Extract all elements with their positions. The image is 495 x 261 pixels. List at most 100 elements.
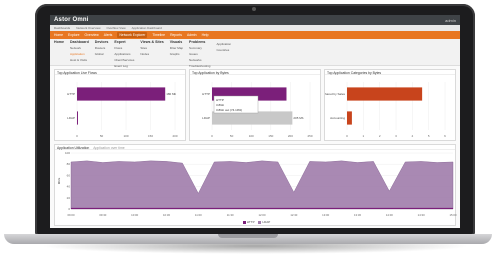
menu-column: Expert Flows Applications Client/Services Ev… [114, 40, 134, 68]
menu-item[interactable]: Countries [216, 48, 231, 52]
menu-column: Visuals Filter Map Graphs [170, 40, 183, 64]
y-tick-label: 60 [67, 173, 71, 177]
x-tick-label: 100 [123, 134, 128, 138]
x-tick-label: 15:00 [450, 213, 457, 217]
menu-item[interactable]: Nodes [140, 52, 163, 56]
x-tick-label: 0 [346, 134, 348, 138]
x-tick-label: 6 [444, 134, 446, 138]
breadcrumb-item[interactable]: Network Overview [76, 26, 100, 30]
menu-item[interactable]: Event Log [114, 64, 134, 68]
widget-title: Top Application Categories by Bytes [325, 70, 455, 75]
widget-title: Application Utilization Application over… [55, 145, 455, 150]
tooltip-line: 3.8Gb [216, 103, 225, 107]
x-tick-label: 1 [362, 134, 364, 138]
x-tick-label: 4 [411, 134, 413, 138]
menu-heading[interactable]: Visuals [170, 40, 183, 44]
menu-heading[interactable]: Dashboard [70, 40, 89, 44]
nav-item-help[interactable]: Help [202, 33, 209, 37]
x-tick-label: 2 [379, 134, 381, 138]
menu-item[interactable]: Issues [189, 52, 210, 56]
widget-top-app-bytes: Top Application by Bytes 0 50 100 150 200 250… [189, 69, 321, 141]
widget-title-text: Application Utilization [57, 146, 90, 150]
menu-column: Problems Summary Issues Networks Troubleshoo… [189, 40, 210, 68]
x-tick-label: 14:00 [386, 213, 393, 217]
bar-chart: 0 50 100 150 200 HTTP 180 Mb LDAP [67, 82, 178, 138]
nav-item-timeline[interactable]: Timeline [152, 33, 165, 37]
nav-item-admin[interactable]: Admin [187, 33, 197, 37]
y-tick-label: LDAP [67, 116, 75, 120]
menu-item[interactable]: Networks [189, 58, 210, 62]
bar[interactable] [347, 87, 423, 101]
menu-item[interactable]: Application [216, 42, 231, 46]
y-tick-label: LDAP [202, 116, 210, 120]
menu-item[interactable]: Graphs [170, 52, 183, 56]
laptop-base [4, 234, 492, 244]
bar[interactable] [212, 111, 293, 125]
x-tick-label: 10:00 [131, 213, 138, 217]
nav-item-overview[interactable]: Overview [85, 33, 99, 37]
app-titlebar: Astor Omni admin [50, 15, 460, 25]
menu-column: Dashboard Network Application Host & Visits [70, 40, 89, 64]
bar[interactable] [77, 87, 166, 101]
nav-item-home[interactable]: Home [54, 33, 63, 37]
breadcrumb-item[interactable]: Application Dashboard [132, 26, 162, 30]
tooltip-line: HTTP [216, 98, 224, 102]
menu-heading[interactable]: Expert [114, 40, 134, 44]
nav-item-alerts[interactable]: Alerts [104, 33, 113, 37]
widget-row: Top Application Live Flows 0 50 100 150 200 H… [50, 66, 460, 141]
menu-item[interactable]: Sites [140, 46, 163, 50]
user-menu[interactable]: admin [445, 18, 456, 23]
menu-heading[interactable]: Views & Sites [140, 40, 163, 44]
nav-item-reports[interactable]: Reports [170, 33, 182, 37]
x-tick-label: 150 [148, 134, 153, 138]
menu-item[interactable]: Troubleshooting [189, 64, 210, 68]
series-area-ldap[interactable] [71, 207, 453, 209]
x-tick-label: 11:00 [195, 213, 202, 217]
menu-item[interactable]: Applications [114, 52, 134, 56]
bar[interactable] [77, 111, 78, 125]
menu-heading[interactable]: Home [54, 40, 64, 44]
widget-subtitle: Application over time [93, 146, 125, 150]
menu-column: Devices Routers Global [95, 40, 109, 64]
data-label: 180 Mb [166, 92, 176, 96]
menu-item[interactable]: Routers [95, 46, 109, 50]
series-area-http[interactable] [70, 160, 454, 210]
y-tick-label: 0 [68, 207, 70, 211]
x-tick-label: 200 [172, 134, 177, 138]
mega-menu: Home Dashboard Network Application Host & Vi… [50, 39, 460, 68]
breadcrumb-item[interactable]: Dashboards [54, 26, 70, 30]
bar[interactable] [347, 111, 352, 125]
x-tick-label: 200 [288, 134, 293, 138]
x-tick-label: 09:30 [99, 213, 106, 217]
menu-item[interactable]: Host & Visits [70, 58, 89, 62]
nav-item-explore[interactable]: Explore [68, 33, 80, 37]
x-tick-label: 09:00 [68, 213, 75, 217]
nav-item-network-explorer[interactable]: Network Explorer [117, 32, 148, 38]
x-tick-label: 10:30 [163, 213, 170, 217]
legend-label: HTTP [246, 220, 255, 224]
x-tick-label: 3 [395, 134, 397, 138]
y-tick-label: 80 [67, 162, 71, 166]
widget-app-utilization: Application Utilization Application over… [54, 144, 457, 226]
menu-item[interactable]: Application [70, 52, 89, 56]
x-tick-label: 13:00 [322, 213, 329, 217]
x-tick-label: 0 [211, 134, 213, 138]
widget-top-app-categories: Top Application Categories by Bytes 0 1 2 3… [323, 69, 456, 141]
menu-item[interactable]: Global [95, 52, 109, 56]
menu-column: Application Countries [216, 40, 231, 64]
data-label: 205 Mb [293, 116, 303, 120]
x-tick-label: 14:30 [418, 213, 425, 217]
menu-column: Home [54, 40, 64, 64]
x-tick-label: 12:30 [290, 213, 297, 217]
menu-item[interactable]: Filter Map [170, 46, 183, 50]
menu-item[interactable]: Summary [189, 46, 210, 50]
y-tick-label: 100 [65, 151, 70, 155]
menu-item[interactable]: Network [70, 46, 89, 50]
menu-heading[interactable]: Devices [95, 40, 109, 44]
menu-item[interactable]: Client/Services [114, 58, 134, 62]
tooltip-line: 3.8Gb out (74.19%) [216, 108, 242, 112]
menu-heading[interactable]: Problems [189, 40, 210, 44]
menu-item[interactable]: Flows [114, 46, 134, 50]
breadcrumb-item[interactable]: Overflow View [107, 26, 126, 30]
legend-label: LDAP [262, 220, 271, 224]
